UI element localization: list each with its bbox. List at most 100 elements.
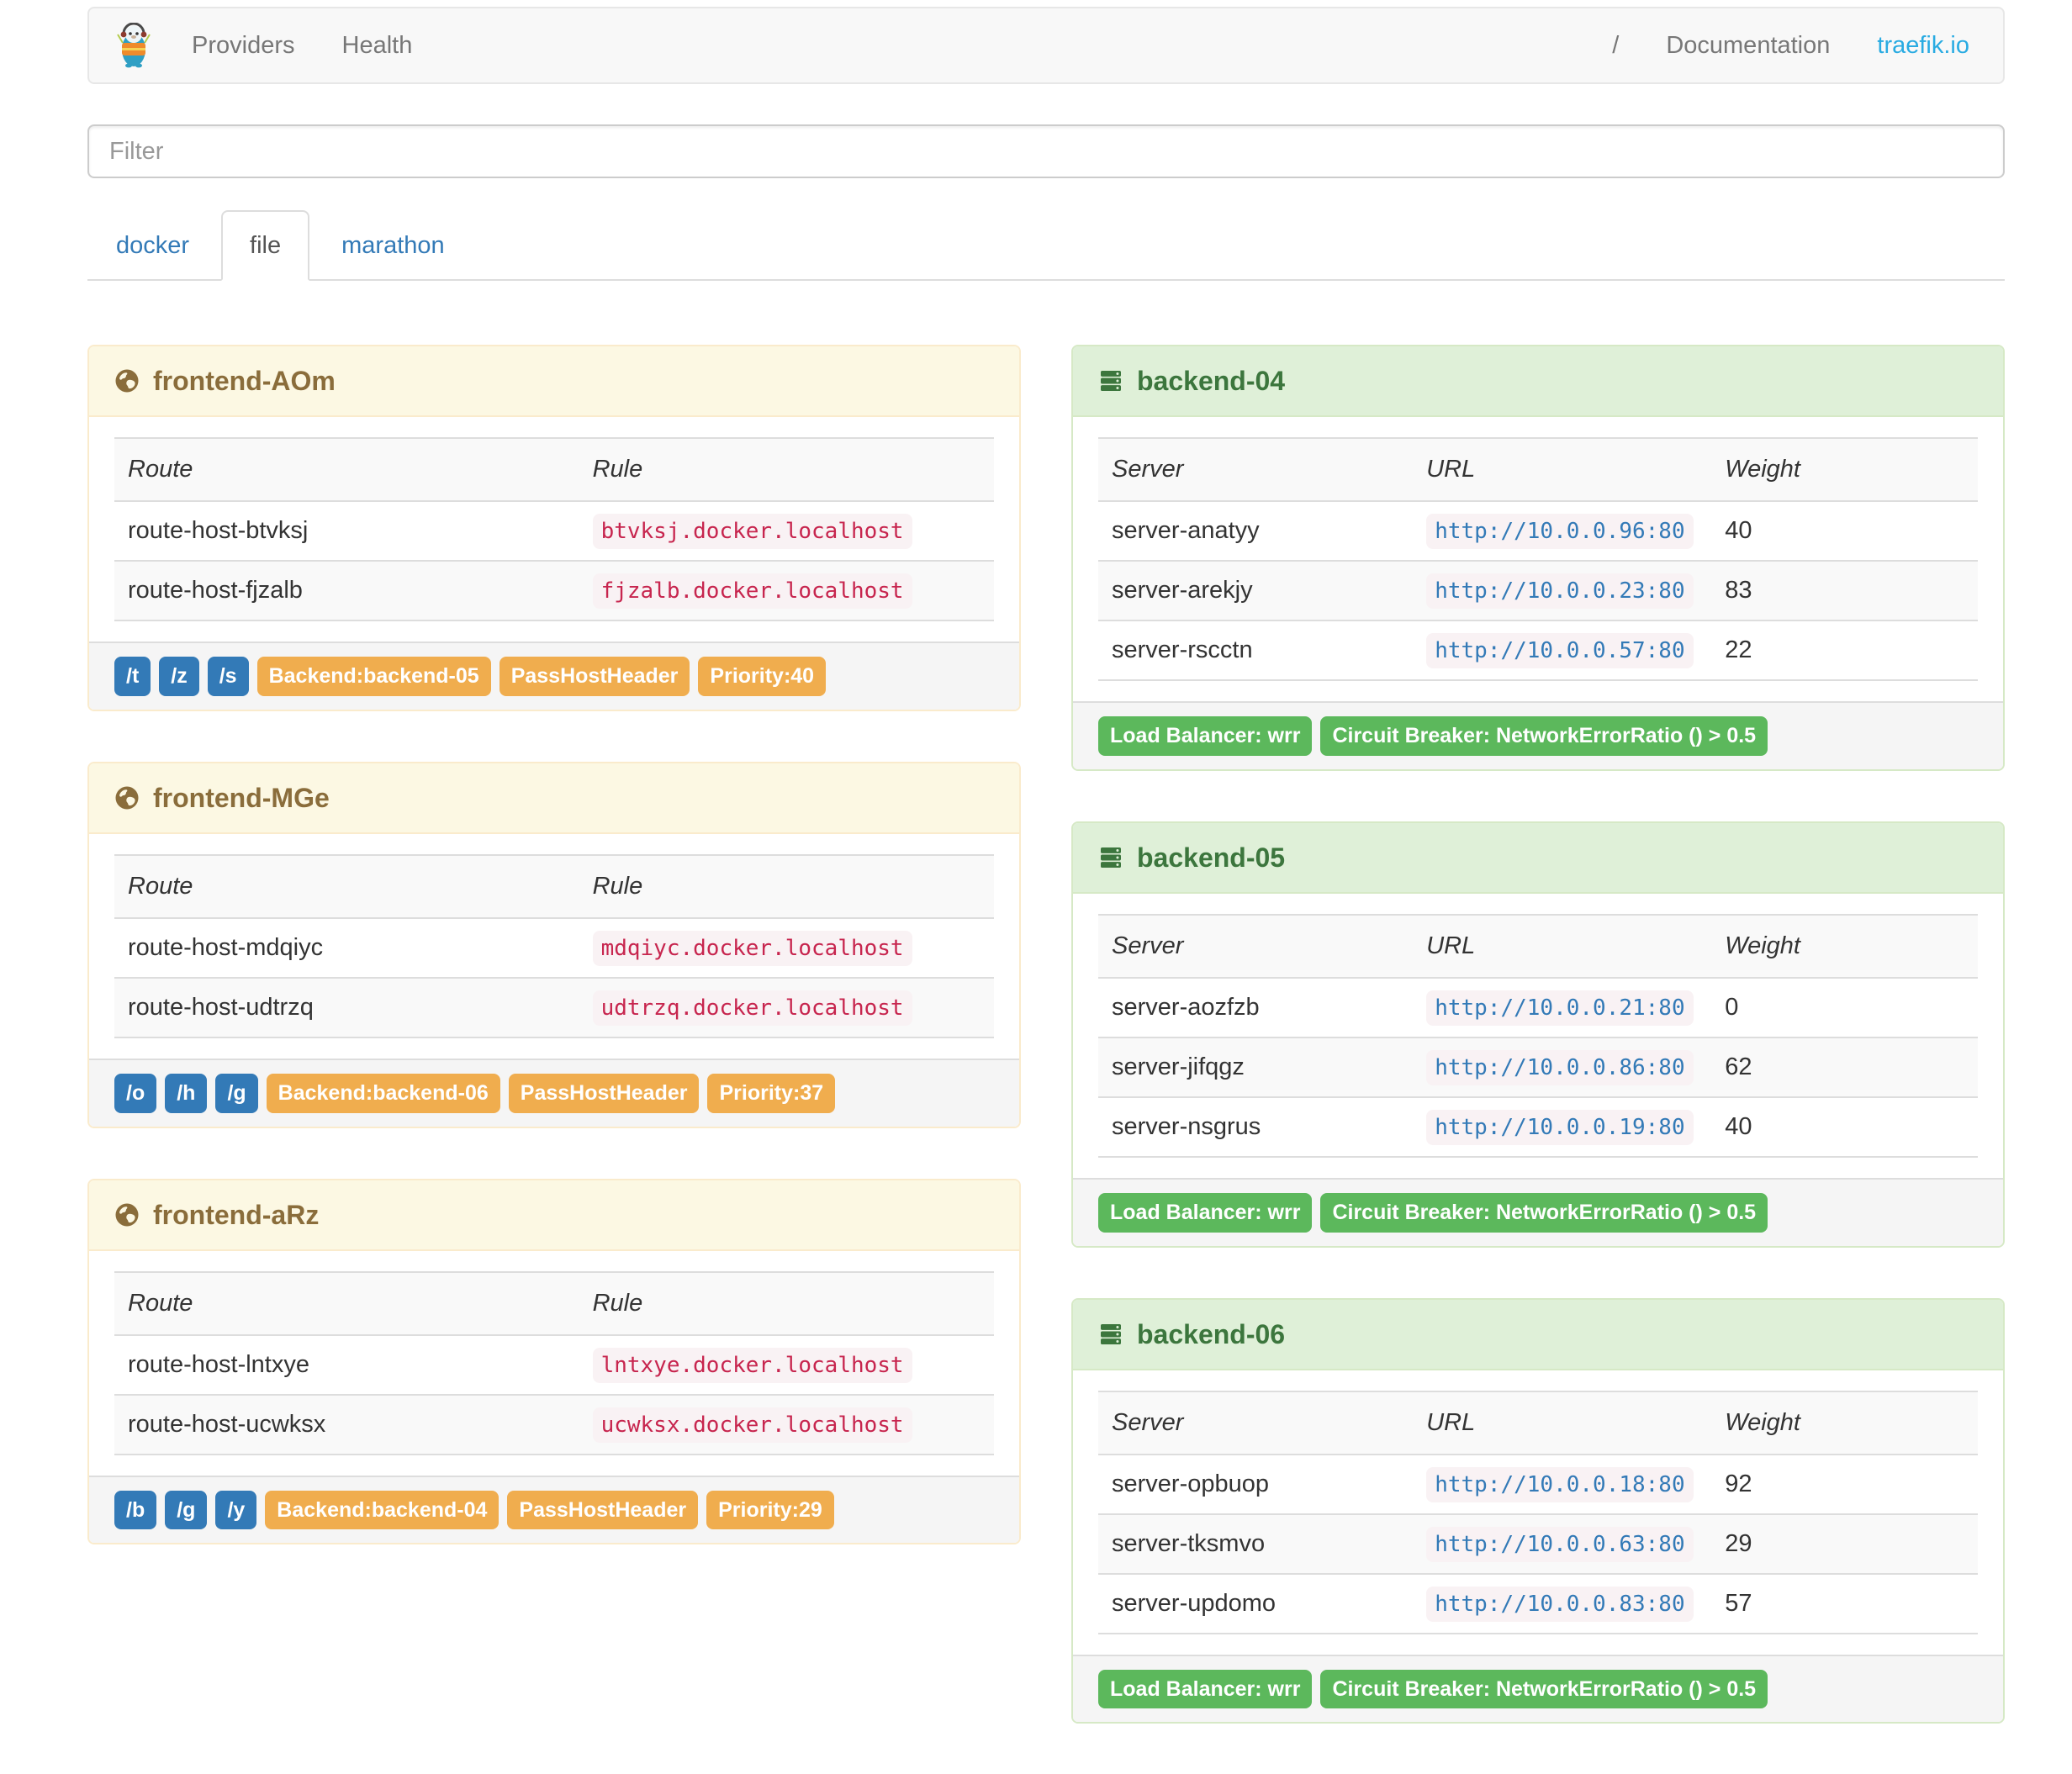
server-url-link[interactable]: http://10.0.0.57:80 (1426, 633, 1694, 668)
route-name: route-host-ucwksx (114, 1393, 579, 1455)
server-name: server-arekjy (1098, 560, 1414, 620)
navbar-left: Providers Health (99, 8, 436, 82)
routes-table: Route Rule route-host-btvksj btvksj.dock… (114, 437, 994, 621)
backend-badge: Backend:backend-05 (256, 657, 491, 696)
circuit-breaker-badge: Circuit Breaker: NetworkErrorRatio () > … (1320, 1669, 1768, 1709)
server-url-link[interactable]: http://10.0.0.23:80 (1426, 573, 1694, 609)
frontend-card-AOm: frontend-AOm Route Rule route-host-btvks… (87, 345, 1021, 711)
table-row: server-aozfzb http://10.0.0.21:80 0 (1098, 976, 1978, 1037)
table-row: server-arekjy http://10.0.0.23:80 83 (1098, 560, 1978, 620)
nav-link-slash[interactable]: / (1588, 8, 1642, 82)
backend-badge: Backend:backend-06 (266, 1073, 500, 1113)
route-badge: /h (165, 1073, 208, 1113)
server-url-link[interactable]: http://10.0.0.63:80 (1426, 1526, 1694, 1562)
frontend-card-body: Route Rule route-host-lntxye lntxye.dock… (89, 1251, 1019, 1476)
backend-card-footer: Load Balancer: wrr Circuit Breaker: Netw… (1073, 701, 2003, 769)
frontend-title: frontend-aRz (153, 1199, 320, 1230)
table-row: route-host-fjzalb fjzalb.docker.localhos… (114, 560, 994, 621)
column-server: Server (1098, 437, 1414, 502)
server-name: server-rscctn (1098, 620, 1414, 681)
frontend-card-MGe: frontend-MGe Route Rule route-host-mdqiy… (87, 761, 1021, 1128)
globe-icon (114, 785, 140, 810)
server-name: server-updomo (1098, 1572, 1414, 1634)
table-row: route-host-lntxye lntxye.docker.localhos… (114, 1333, 994, 1395)
frontend-card-footer: /t /z /s Backend:backend-05 PassHostHead… (89, 641, 1019, 710)
backend-card-06: backend-06 Server URL Weight server-opbu… (1071, 1297, 2005, 1724)
backend-title: backend-06 (1137, 1318, 1286, 1349)
globe-icon (114, 368, 140, 393)
tab-docker[interactable]: docker (87, 210, 218, 281)
nav-link-health[interactable]: Health (319, 8, 436, 82)
backends-column: backend-04 Server URL Weight server-anat… (1046, 345, 2005, 1774)
table-row: route-host-btvksj btvksj.docker.localhos… (114, 500, 994, 561)
tab-file[interactable]: file (221, 210, 310, 281)
route-badge: /t (114, 657, 151, 696)
server-url-link[interactable]: http://10.0.0.18:80 (1426, 1466, 1694, 1502)
backend-card-header: backend-06 (1073, 1299, 2003, 1370)
servers-table: Server URL Weight server-anatyy http://1… (1098, 437, 1978, 681)
rule-code: mdqiyc.docker.localhost (592, 930, 912, 966)
backend-card-header: backend-04 (1073, 346, 2003, 417)
server-icon (1098, 368, 1123, 393)
column-server: Server (1098, 1390, 1414, 1455)
server-name: server-tksmvo (1098, 1513, 1414, 1574)
traefik-logo[interactable] (99, 23, 168, 68)
table-header-row: Route Rule (114, 1270, 994, 1336)
table-row: route-host-mdqiyc mdqiyc.docker.localhos… (114, 916, 994, 978)
table-row: server-nsgrus http://10.0.0.19:80 40 (1098, 1096, 1978, 1158)
server-icon (1098, 1322, 1123, 1347)
circuit-breaker-badge: Circuit Breaker: NetworkErrorRatio () > … (1320, 1192, 1768, 1233)
server-weight: 0 (1711, 976, 1978, 1037)
tab-marathon[interactable]: marathon (313, 210, 473, 281)
frontend-card-body: Route Rule route-host-mdqiyc mdqiyc.dock… (89, 834, 1019, 1059)
server-name: server-anatyy (1098, 500, 1414, 561)
load-balancer-badge: Load Balancer: wrr (1098, 716, 1313, 756)
backend-badge: Backend:backend-04 (265, 1490, 500, 1530)
filter-input[interactable] (87, 124, 2005, 178)
nav-link-traefik-io[interactable]: traefik.io (1853, 8, 1993, 82)
nav-link-providers[interactable]: Providers (168, 8, 319, 82)
frontend-card-footer: /b /g /y Backend:backend-04 PassHostHead… (89, 1475, 1019, 1544)
route-name: route-host-fjzalb (114, 560, 579, 621)
rule-code: udtrzq.docker.localhost (592, 990, 912, 1026)
table-row: server-jifqgz http://10.0.0.86:80 62 (1098, 1036, 1978, 1097)
load-balancer-badge: Load Balancer: wrr (1098, 1192, 1313, 1233)
content-columns: frontend-AOm Route Rule route-host-btvks… (87, 345, 2005, 1774)
table-header-row: Server URL Weight (1098, 1390, 1978, 1455)
rule-code: ucwksx.docker.localhost (592, 1407, 912, 1443)
column-rule: Rule (579, 1270, 994, 1336)
server-url-link[interactable]: http://10.0.0.96:80 (1426, 514, 1694, 549)
table-row: server-rscctn http://10.0.0.57:80 22 (1098, 620, 1978, 681)
backend-card-05: backend-05 Server URL Weight server-aozf… (1071, 821, 2005, 1248)
load-balancer-badge: Load Balancer: wrr (1098, 1669, 1313, 1709)
column-weight: Weight (1711, 913, 1978, 979)
globe-icon (114, 1202, 140, 1228)
table-header-row: Server URL Weight (1098, 437, 1978, 502)
rule-code: fjzalb.docker.localhost (592, 573, 912, 609)
nav-link-documentation[interactable]: Documentation (1642, 8, 1853, 82)
backend-card-body: Server URL Weight server-opbuop http://1… (1073, 1370, 2003, 1655)
backend-card-footer: Load Balancer: wrr Circuit Breaker: Netw… (1073, 1654, 2003, 1723)
table-header-row: Route Rule (114, 437, 994, 502)
column-route: Route (114, 437, 579, 502)
priority-badge: Priority:40 (698, 657, 827, 696)
frontend-card-footer: /o /h /g Backend:backend-06 PassHostHead… (89, 1058, 1019, 1127)
column-url: URL (1413, 913, 1712, 979)
route-badge: /s (207, 657, 249, 696)
table-row: server-opbuop http://10.0.0.18:80 92 (1098, 1453, 1978, 1514)
page: Providers Health / Documentation traefik… (87, 7, 2005, 1774)
servers-table: Server URL Weight server-opbuop http://1… (1098, 1390, 1978, 1634)
column-url: URL (1413, 1390, 1712, 1455)
column-rule: Rule (579, 437, 994, 502)
backend-card-footer: Load Balancer: wrr Circuit Breaker: Netw… (1073, 1177, 2003, 1246)
server-url-link[interactable]: http://10.0.0.86:80 (1426, 1049, 1694, 1085)
table-row: route-host-udtrzq udtrzq.docker.localhos… (114, 976, 994, 1038)
server-name: server-opbuop (1098, 1453, 1414, 1514)
backend-title: backend-05 (1137, 842, 1286, 873)
route-name: route-host-udtrzq (114, 976, 579, 1038)
server-weight: 29 (1711, 1513, 1978, 1574)
server-weight: 22 (1711, 620, 1978, 681)
server-url-link[interactable]: http://10.0.0.83:80 (1426, 1586, 1694, 1622)
server-url-link[interactable]: http://10.0.0.21:80 (1426, 990, 1694, 1026)
server-url-link[interactable]: http://10.0.0.19:80 (1426, 1109, 1694, 1145)
